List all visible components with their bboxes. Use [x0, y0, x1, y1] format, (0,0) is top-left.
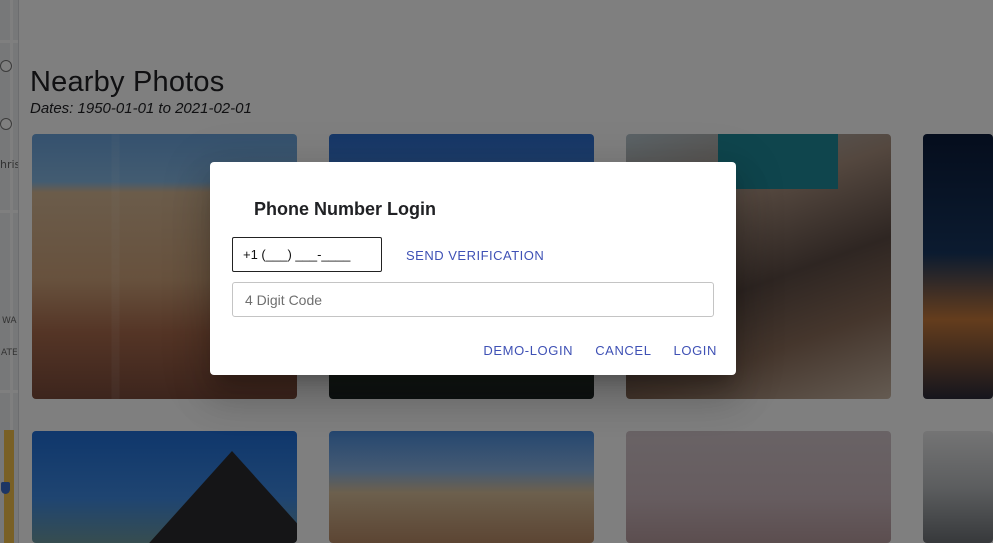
login-button[interactable]: LOGIN: [663, 339, 728, 361]
dialog-actions: DEMO-LOGIN CANCEL LOGIN: [472, 339, 728, 361]
send-verification-button[interactable]: SEND VERIFICATION: [400, 244, 550, 266]
phone-login-dialog: Phone Number Login SEND VERIFICATION DEM…: [210, 162, 736, 375]
demo-login-button[interactable]: DEMO-LOGIN: [472, 339, 584, 361]
dialog-title: Phone Number Login: [254, 199, 436, 219]
cancel-button[interactable]: CANCEL: [584, 339, 662, 361]
phone-number-input[interactable]: [232, 237, 382, 272]
verification-code-input[interactable]: [232, 282, 714, 317]
